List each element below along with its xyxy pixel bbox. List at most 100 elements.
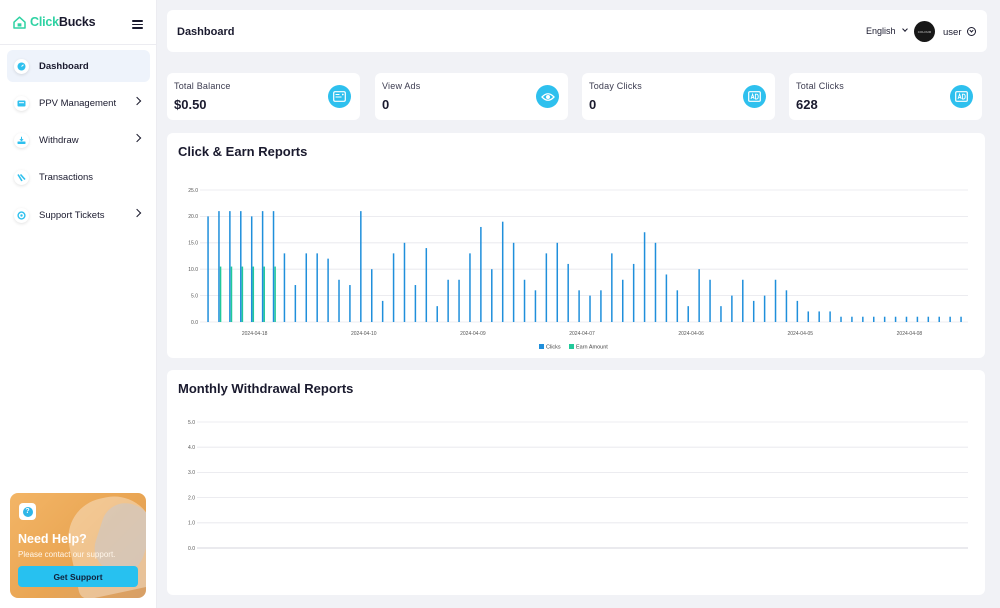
ppv-icon — [14, 95, 29, 111]
monthly-withdrawal-report-card: Monthly Withdrawal Reports 0.0 1.0 2.0 3.0 4… — [167, 370, 985, 595]
stat-card-total-clicks: Total Clicks 628 — [789, 73, 982, 120]
help-card: ? Need Help? Please contact our support.… — [10, 493, 146, 598]
get-support-button[interactable]: Get Support — [18, 566, 138, 587]
clicks-bar — [687, 306, 689, 322]
page-title: Dashboard — [177, 26, 235, 38]
clicks-bar — [589, 295, 591, 322]
user-dropdown-icon[interactable] — [967, 27, 976, 36]
clicks-bar — [960, 316, 962, 322]
user-menu[interactable]: user — [943, 27, 961, 38]
clicks-bar — [883, 316, 886, 322]
clicks-bar — [894, 316, 897, 322]
clicks-bar — [381, 300, 384, 322]
clicks-bar — [501, 221, 504, 322]
support-icon — [14, 207, 29, 223]
clicks-bar — [567, 263, 569, 322]
clicks-bar — [916, 316, 919, 322]
clicks-bar — [905, 316, 908, 322]
clicks-bar — [698, 269, 700, 322]
logo[interactable]: ClickBucks — [13, 15, 96, 29]
clicks-bar — [534, 290, 537, 322]
clicks-bar — [927, 316, 930, 322]
clicks-bar — [556, 242, 559, 322]
x-tick-label: 2024-04-05 — [788, 331, 814, 337]
stat-label: Today Clicks — [589, 81, 642, 91]
clicks-bar — [643, 232, 646, 322]
y-tick-label: 25.0 — [188, 188, 198, 194]
language-selector[interactable]: English — [866, 26, 896, 36]
sidebar-item-label: Dashboard — [39, 60, 89, 72]
eye-icon — [536, 85, 559, 108]
stat-card-total-balance: Total Balance $0.50 — [167, 73, 360, 120]
clicks-bar — [731, 295, 733, 322]
logo-text-click: Click — [30, 15, 59, 29]
y-tick-label: 3.0 — [188, 470, 195, 476]
y-tick-label: 1.0 — [188, 521, 195, 527]
x-tick-label: 2024-04-06 — [678, 331, 704, 337]
clicks-bar — [294, 285, 297, 322]
clicks-bar — [370, 269, 373, 322]
clicks-bar — [742, 279, 744, 322]
sidebar-item-ppv-management[interactable]: PPV Management — [7, 87, 150, 119]
ad-icon — [743, 85, 766, 108]
logo-house-icon — [13, 15, 26, 29]
clicks-bar — [752, 300, 755, 322]
x-tick-label: 2024-04-08 — [897, 331, 923, 337]
clicks-bar — [283, 253, 286, 322]
dashboard-icon — [14, 58, 29, 74]
menu-toggle-icon[interactable] — [132, 20, 143, 29]
legend-label: Earn Amount — [576, 345, 608, 351]
clicks-bar — [763, 295, 766, 322]
clicks-bar — [851, 316, 853, 322]
y-tick-label: 4.0 — [188, 445, 195, 451]
clicks-bar — [654, 242, 657, 322]
sidebar-item-transactions[interactable]: Transactions — [7, 161, 150, 193]
y-tick-label: 0.0 — [191, 320, 198, 326]
clicks-bar — [360, 211, 362, 322]
clicks-bar — [436, 306, 438, 322]
clicks-bar — [872, 316, 875, 322]
sidebar-item-dashboard[interactable]: Dashboard — [7, 50, 150, 82]
clicks-bar — [611, 253, 613, 322]
help-subtitle: Please contact our support. — [18, 550, 116, 559]
clicks-bar — [545, 253, 548, 322]
earn-amount-bar — [219, 266, 222, 322]
earn-amount-bar — [263, 266, 265, 322]
legend-swatch — [569, 344, 574, 349]
sidebar-item-label: Withdraw — [39, 134, 79, 146]
clicks-bar — [272, 211, 275, 322]
x-tick-label: 2024-04-10 — [351, 331, 377, 337]
clicks-bar — [491, 269, 493, 322]
x-tick-label: 2024-04-09 — [460, 331, 486, 337]
clicks-bar — [818, 311, 820, 322]
chevron-down-icon — [902, 26, 908, 32]
earn-amount-bar — [241, 266, 244, 322]
legend-label: Clicks — [546, 345, 561, 351]
stat-label: Total Balance — [174, 81, 231, 91]
stat-label: View Ads — [382, 81, 421, 91]
earn-amount-bar — [274, 266, 276, 322]
avatar[interactable]: COLOUR — [914, 21, 935, 42]
sidebar-item-withdraw[interactable]: Withdraw — [7, 124, 150, 156]
transactions-icon — [14, 169, 29, 185]
y-tick-label: 0.0 — [188, 546, 195, 552]
sidebar-item-label: Support Tickets — [39, 209, 105, 221]
help-title: Need Help? — [18, 532, 87, 546]
chevron-right-icon — [132, 208, 142, 218]
clicks-bar — [349, 285, 351, 322]
clicks-bar — [840, 316, 842, 322]
avatar-text: COLOUR — [917, 29, 932, 34]
clicks-bar — [458, 279, 460, 322]
clicks-bar — [327, 258, 329, 322]
clicks-bar — [938, 316, 940, 322]
clicks-bar — [829, 311, 831, 322]
sidebar-item-support-tickets[interactable]: Support Tickets — [7, 199, 150, 231]
stat-value: 0 — [589, 97, 597, 112]
clicks-bar — [447, 279, 449, 322]
clicks-bar — [338, 279, 340, 322]
clicks-bar — [229, 211, 231, 322]
clicks-bar — [949, 316, 951, 322]
logo-text-bucks: Bucks — [58, 15, 96, 29]
x-tick-label: 2024-04-18 — [242, 331, 268, 337]
withdrawal-chart: 0.0 1.0 2.0 3.0 4.0 5.0 — [188, 420, 968, 552]
